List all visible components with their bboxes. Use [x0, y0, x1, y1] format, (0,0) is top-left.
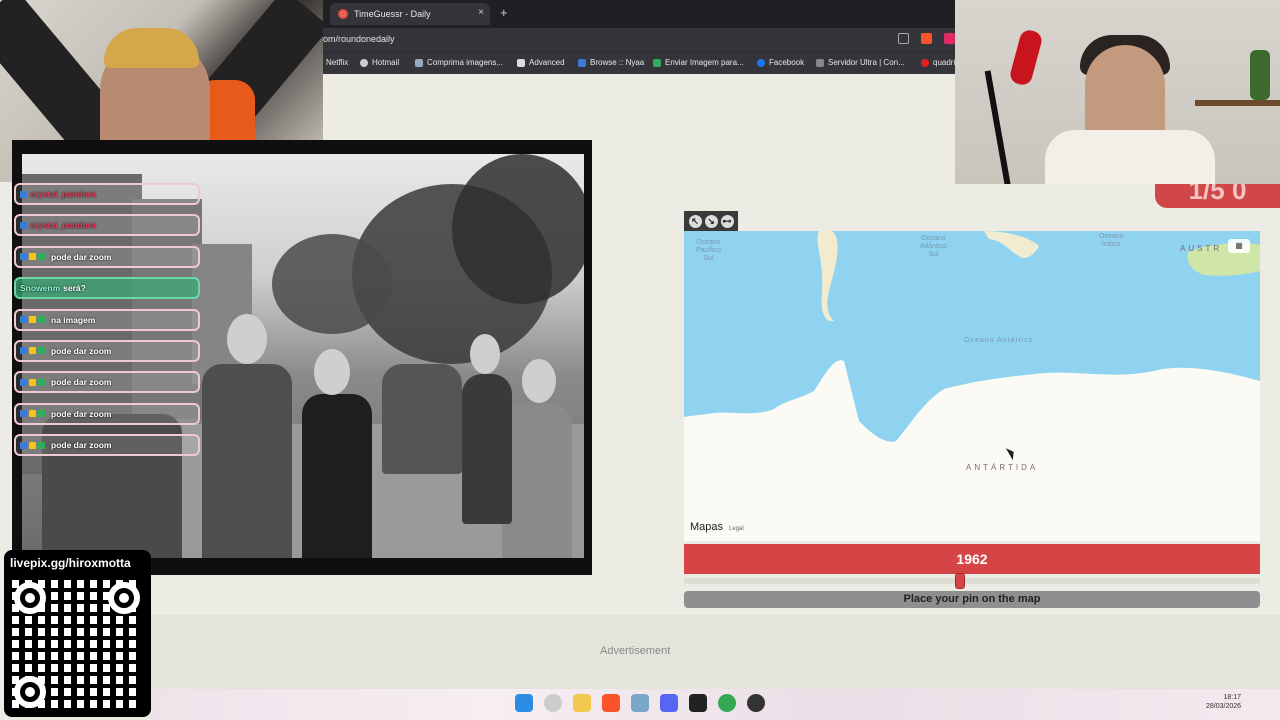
chat-message: Snowenm será?: [14, 277, 200, 300]
qr-finder-icon: [14, 582, 46, 614]
map-attribution: Mapas Legal: [690, 521, 744, 533]
map-geography: [684, 231, 1260, 442]
label-antarctic-ocean: Oceano Antártico: [964, 337, 1034, 344]
badge-icon: [20, 441, 27, 449]
badge-icon: [29, 378, 36, 386]
image-upload-icon: [653, 58, 661, 67]
badge-icon: [29, 441, 36, 449]
new-tab-button[interactable]: +: [500, 5, 508, 20]
legal-link[interactable]: Legal: [729, 526, 744, 532]
chat-message: pode dar zoom: [14, 402, 200, 425]
pin-map-icon[interactable]: ⊷: [720, 214, 734, 228]
ad-strip: [151, 615, 1280, 689]
bookmark-hotmail[interactable]: Hotmail: [360, 58, 399, 67]
clock-date: 28/03/2026: [1206, 703, 1242, 710]
url-text[interactable]: om/roundonedaily: [323, 34, 395, 44]
shrink-map-icon[interactable]: ↘: [704, 214, 718, 228]
badge-icon: [38, 347, 45, 355]
chat-message: pode dar zoom: [14, 245, 200, 268]
brave-icon[interactable]: [602, 694, 620, 712]
score-tab: 1/5 0: [1155, 184, 1280, 208]
badge-icon: [29, 253, 36, 261]
qr-finder-icon: [14, 676, 46, 708]
search-icon[interactable]: [544, 694, 562, 712]
servidor-icon: [816, 58, 824, 67]
chat-message: pode dar zoom: [14, 434, 200, 457]
badge-icon: [20, 316, 27, 324]
discord-icon[interactable]: [660, 694, 678, 712]
bookmark-nyaa[interactable]: Browse :: Nyaa: [578, 58, 644, 67]
timeguessr-favicon-icon: [338, 9, 348, 19]
badge-icon: [38, 253, 45, 261]
tab-title: TimeGuessr - Daily: [354, 9, 431, 19]
bookmark-servidor-ultra[interactable]: Servidor Ultra | Con...: [816, 58, 905, 67]
year-slider-handle[interactable]: [955, 573, 966, 589]
badge-icon: [20, 410, 27, 418]
windows-icon[interactable]: [515, 694, 533, 712]
livepix-url: livepix.gg/hiroxmotta: [10, 556, 131, 570]
comprima-icon: [415, 58, 423, 67]
badge-icon: [20, 378, 27, 386]
youtube-icon: [921, 58, 929, 67]
badge-icon: [29, 347, 36, 355]
badge-icon: [38, 441, 45, 449]
label-atlantic-ocean: Oceano Atlântico Sul: [920, 235, 947, 258]
map-type-icon[interactable]: ▦: [1228, 239, 1250, 253]
expand-map-icon[interactable]: ↖: [688, 214, 702, 228]
badge-icon: [20, 221, 27, 229]
terminal-icon[interactable]: [689, 694, 707, 712]
badge-icon: [29, 316, 36, 324]
brave-shield-icon[interactable]: [921, 33, 932, 44]
chrome-icon[interactable]: [718, 694, 736, 712]
apple-maps-label: Mapas: [690, 521, 724, 533]
bookmark-advanced[interactable]: Advanced: [517, 58, 565, 67]
qr-finder-icon: [108, 582, 140, 614]
year-display: 1962: [684, 544, 1260, 574]
chat-message: crystal_pandora: [14, 214, 200, 237]
badge-icon: [38, 378, 45, 386]
advanced-icon: [517, 58, 525, 67]
hotmail-icon: [360, 58, 368, 67]
chat-message: pode dar zoom: [14, 339, 200, 362]
bookmark-netflix[interactable]: Netflix: [326, 58, 348, 67]
brave-rewards-icon[interactable]: [944, 33, 955, 44]
bookmark-facebook[interactable]: Facebook: [757, 58, 804, 67]
label-antarctica: ANTÁRTIDA: [966, 463, 1039, 472]
folder-icon[interactable]: [573, 694, 591, 712]
badge-icon: [29, 410, 36, 418]
label-indian-ocean: Oceano Índico: [1099, 233, 1124, 248]
map-toolbar: ↖ ↘ ⊷: [684, 211, 738, 231]
chat-overlay: crystal_pandora crystal_pandora pode dar…: [14, 183, 200, 466]
tab-timeguessr[interactable]: TimeGuessr - Daily ×: [330, 3, 490, 25]
badge-icon: [20, 190, 27, 198]
badge-icon: [38, 410, 45, 418]
files-icon[interactable]: [631, 694, 649, 712]
facebook-icon: [757, 58, 765, 67]
badge-icon: [20, 347, 27, 355]
bookmark-enviar-imagem[interactable]: Enviar Imagem para...: [653, 58, 744, 67]
guess-map[interactable]: Oceano Pacífico Sul Oceano Atlântico Sul…: [684, 231, 1260, 541]
chat-message: na imagem: [14, 308, 200, 331]
bookmark-comprima[interactable]: Comprima imagens...: [415, 58, 503, 67]
label-pacific-ocean: Oceano Pacífico Sul: [696, 239, 721, 262]
label-australia: AUSTR: [1180, 244, 1223, 253]
bookmark-quadri[interactable]: quadri: [921, 58, 955, 67]
place-pin-button[interactable]: Place your pin on the map: [684, 591, 1260, 608]
close-tab-icon[interactable]: ×: [478, 7, 484, 18]
advertisement-label: Advertisement: [600, 645, 671, 657]
chat-message: crystal_pandora: [14, 183, 200, 205]
nyaa-icon: [578, 58, 586, 67]
badge-icon: [20, 253, 27, 261]
chat-message: pode dar zoom: [14, 371, 200, 394]
share-icon[interactable]: [898, 33, 909, 44]
obs-icon[interactable]: [747, 694, 765, 712]
system-clock[interactable]: 18:17 28/03/2026: [1206, 693, 1241, 711]
badge-icon: [38, 316, 45, 324]
clock-time: 18:17: [1223, 694, 1242, 701]
year-slider-track[interactable]: [684, 578, 1260, 584]
webcam-guest: [955, 0, 1280, 184]
